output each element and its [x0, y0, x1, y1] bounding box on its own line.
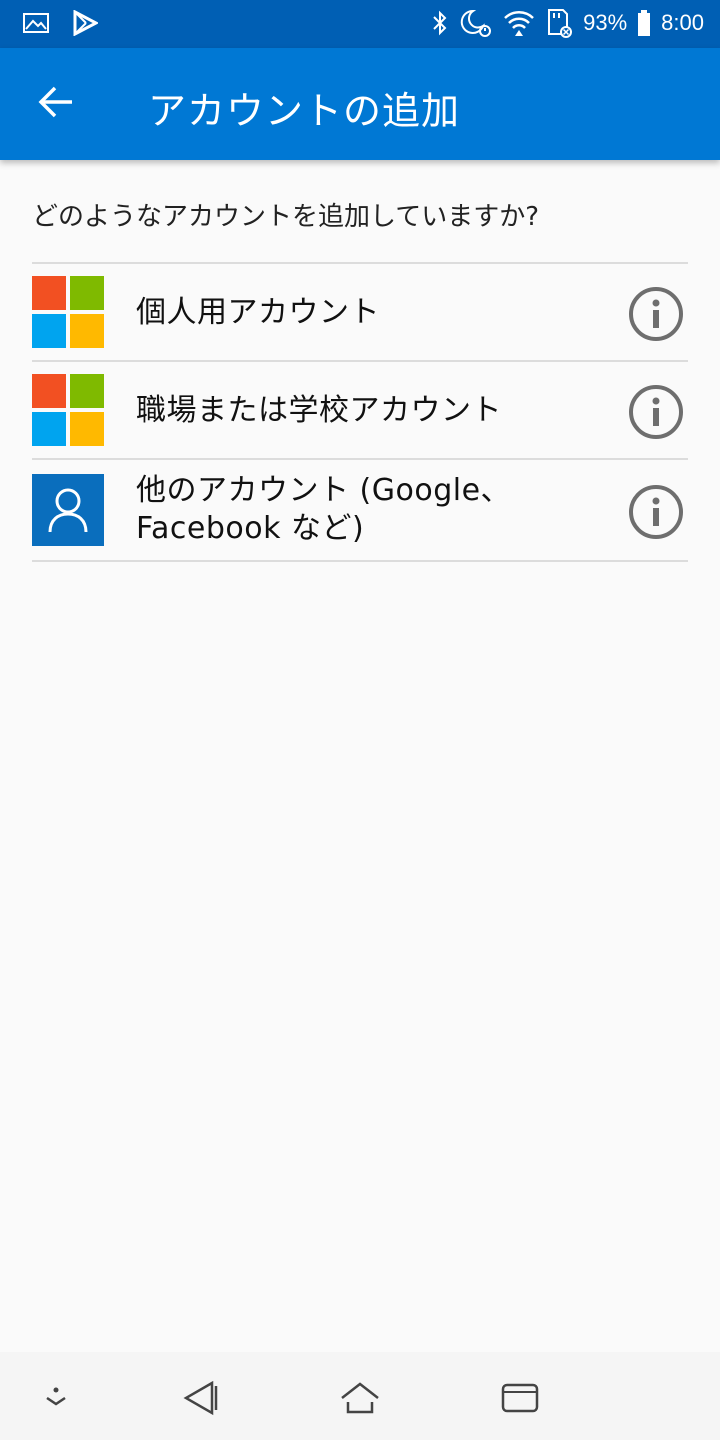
- nav-back-button[interactable]: [180, 1378, 220, 1418]
- account-type-list: 個人用アカウント 職場または学校アカウント 他のアカウント (Google、 F…: [32, 262, 688, 562]
- info-button[interactable]: [628, 384, 684, 440]
- microsoft-logo-icon: [32, 276, 104, 348]
- battery-icon: [637, 9, 651, 37]
- account-option-other[interactable]: 他のアカウント (Google、 Facebook など): [32, 460, 688, 562]
- info-icon: [629, 287, 683, 341]
- system-nav-bar: [0, 1352, 720, 1440]
- collapse-icon: [46, 1387, 66, 1406]
- account-option-label: 他のアカウント (Google、 Facebook など): [136, 472, 511, 548]
- back-button[interactable]: [28, 76, 84, 132]
- play-store-icon: [72, 10, 98, 36]
- image-icon: [22, 11, 50, 35]
- clock: 8:00: [661, 10, 704, 35]
- status-bar: 93% 8:00: [0, 0, 720, 48]
- wifi-icon: [503, 8, 535, 38]
- page-title: アカウントの追加: [148, 89, 461, 133]
- home-icon: [341, 1382, 379, 1414]
- collapse-button[interactable]: [36, 1378, 76, 1418]
- info-icon: [629, 385, 683, 439]
- account-option-work-school[interactable]: 職場または学校アカウント: [32, 362, 688, 460]
- question-text: どのようなアカウントを追加していますか?: [32, 202, 540, 232]
- do-not-disturb-alarm-icon: [459, 8, 493, 38]
- account-option-personal[interactable]: 個人用アカウント: [32, 264, 688, 362]
- nav-home-button[interactable]: [340, 1378, 380, 1418]
- sd-card-icon: [545, 8, 573, 38]
- account-option-label-line1: 他のアカウント (Google、: [136, 473, 512, 508]
- back-icon: [183, 1380, 218, 1416]
- person-icon: [32, 474, 104, 546]
- arrow-back-icon: [38, 86, 74, 122]
- bluetooth-icon: [431, 9, 449, 37]
- account-option-label: 職場または学校アカウント: [136, 393, 502, 428]
- recents-icon: [501, 1383, 539, 1413]
- microsoft-logo-icon: [32, 374, 104, 446]
- battery-percent: 93%: [583, 10, 628, 35]
- app-bar: アカウントの追加: [0, 48, 720, 160]
- account-option-label: 個人用アカウント: [136, 295, 380, 330]
- info-button[interactable]: [628, 286, 684, 342]
- info-button[interactable]: [628, 484, 684, 540]
- nav-recents-button[interactable]: [500, 1378, 540, 1418]
- account-option-label-line2: Facebook など): [136, 511, 365, 546]
- info-icon: [629, 485, 683, 539]
